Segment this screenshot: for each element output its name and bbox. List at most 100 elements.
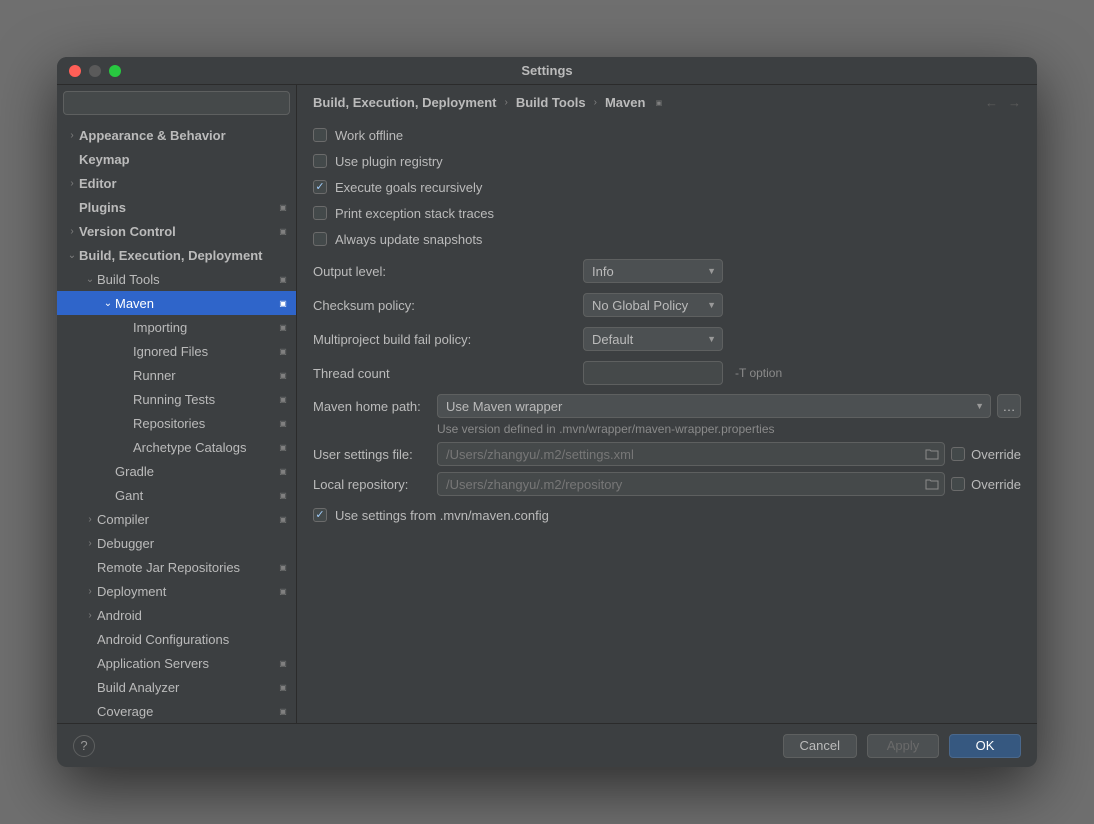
tree-item-label: Importing	[133, 320, 278, 335]
nav-forward-button[interactable]: →	[1008, 95, 1021, 110]
breadcrumb-item[interactable]: Build Tools	[516, 95, 586, 110]
settings-tree[interactable]: ›Appearance & BehaviorKeymap›EditorPlugi…	[57, 121, 296, 723]
ok-button[interactable]: OK	[949, 734, 1021, 758]
local-repository-input[interactable]	[437, 472, 945, 496]
tree-item-plugins[interactable]: Plugins▣	[57, 195, 296, 219]
folder-icon[interactable]	[925, 478, 939, 490]
tree-item-gant[interactable]: Gant▣	[57, 483, 296, 507]
folder-icon[interactable]	[925, 448, 939, 460]
maven-home-path-row: Maven home path: Use Maven wrapper ▼ …	[313, 394, 1021, 418]
tree-item-android[interactable]: ›Android	[57, 603, 296, 627]
tree-item-repositories[interactable]: Repositories▣	[57, 411, 296, 435]
main-panel: Build, Execution, Deployment › Build Too…	[297, 85, 1037, 723]
tree-item-archetype-catalogs[interactable]: Archetype Catalogs▣	[57, 435, 296, 459]
scope-badge-icon: ▣	[653, 97, 664, 108]
use-plugin-registry-checkbox[interactable]	[313, 154, 327, 168]
execute-goals-checkbox[interactable]: ✓	[313, 180, 327, 194]
chevron-right-icon[interactable]: ›	[85, 514, 95, 525]
output-level-row: Output level: Info ▼	[313, 256, 1021, 286]
chevron-right-icon[interactable]: ›	[67, 130, 77, 141]
tree-item-running-tests[interactable]: Running Tests▣	[57, 387, 296, 411]
work-offline-checkbox[interactable]	[313, 128, 327, 142]
tree-item-keymap[interactable]: Keymap	[57, 147, 296, 171]
checksum-policy-row: Checksum policy: No Global Policy ▼	[313, 290, 1021, 320]
tree-item-application-servers[interactable]: Application Servers▣	[57, 651, 296, 675]
tree-item-label: Gant	[115, 488, 278, 503]
tree-item-editor[interactable]: ›Editor	[57, 171, 296, 195]
use-mvn-config-checkbox[interactable]: ✓	[313, 508, 327, 522]
print-exception-checkbox[interactable]	[313, 206, 327, 220]
output-level-value: Info	[592, 264, 614, 279]
tree-item-android-configurations[interactable]: Android Configurations	[57, 627, 296, 651]
chevron-right-icon[interactable]: ›	[85, 538, 95, 549]
scope-badge-icon: ▣	[278, 682, 288, 692]
tree-item-label: Runner	[133, 368, 278, 383]
chevron-down-icon[interactable]: ⌄	[67, 250, 77, 261]
scope-badge-icon: ▣	[278, 466, 288, 476]
chevron-right-icon[interactable]: ›	[85, 610, 95, 621]
multiproject-policy-row: Multiproject build fail policy: Default …	[313, 324, 1021, 354]
chevron-right-icon[interactable]: ›	[85, 586, 95, 597]
maven-home-path-value: Use Maven wrapper	[446, 399, 562, 414]
user-settings-override: Override	[951, 447, 1021, 462]
chevron-right-icon[interactable]: ›	[67, 178, 77, 189]
breadcrumb-item[interactable]: Maven	[605, 95, 645, 110]
scope-badge-icon: ▣	[278, 202, 288, 212]
tree-item-deployment[interactable]: ›Deployment▣	[57, 579, 296, 603]
chevron-down-icon[interactable]: ⌄	[103, 298, 113, 309]
scope-badge-icon: ▣	[278, 586, 288, 596]
scope-badge-icon: ▣	[278, 490, 288, 500]
tree-item-label: Compiler	[97, 512, 278, 527]
cancel-button[interactable]: Cancel	[783, 734, 857, 758]
user-settings-file-input[interactable]	[437, 442, 945, 466]
execute-goals-label: Execute goals recursively	[335, 180, 482, 195]
scope-badge-icon: ▣	[278, 226, 288, 236]
maven-home-path-browse-button[interactable]: …	[997, 394, 1021, 418]
chevron-down-icon[interactable]: ⌄	[85, 274, 95, 285]
tree-item-ignored-files[interactable]: Ignored Files▣	[57, 339, 296, 363]
breadcrumb-item[interactable]: Build, Execution, Deployment	[313, 95, 496, 110]
tree-item-debugger[interactable]: ›Debugger	[57, 531, 296, 555]
tree-item-gradle[interactable]: Gradle▣	[57, 459, 296, 483]
tree-item-coverage[interactable]: Coverage▣	[57, 699, 296, 723]
tree-item-label: Running Tests	[133, 392, 278, 407]
tree-item-build-analyzer[interactable]: Build Analyzer▣	[57, 675, 296, 699]
user-settings-override-checkbox[interactable]	[951, 447, 965, 461]
nav-back-button[interactable]: ←	[985, 95, 998, 110]
chevron-down-icon: ▼	[707, 300, 716, 310]
tree-item-build-tools[interactable]: ⌄Build Tools▣	[57, 267, 296, 291]
work-offline-row: Work offline	[313, 122, 1021, 148]
local-repository-override-checkbox[interactable]	[951, 477, 965, 491]
tree-item-compiler[interactable]: ›Compiler▣	[57, 507, 296, 531]
tree-item-label: Editor	[79, 176, 288, 191]
thread-count-input[interactable]	[583, 361, 723, 385]
always-update-snapshots-checkbox[interactable]	[313, 232, 327, 246]
tree-item-label: Deployment	[97, 584, 278, 599]
scope-badge-icon: ▣	[278, 658, 288, 668]
output-level-select[interactable]: Info ▼	[583, 259, 723, 283]
help-button[interactable]: ?	[73, 735, 95, 757]
form: Work offline Use plugin registry ✓ Execu…	[297, 118, 1037, 723]
user-settings-file-label: User settings file:	[313, 447, 429, 462]
maven-home-path-select[interactable]: Use Maven wrapper ▼	[437, 394, 991, 418]
checksum-policy-select[interactable]: No Global Policy ▼	[583, 293, 723, 317]
tree-item-label: Debugger	[97, 536, 288, 551]
tree-item-label: Plugins	[79, 200, 278, 215]
tree-item-maven[interactable]: ⌄Maven▣	[57, 291, 296, 315]
use-plugin-registry-label: Use plugin registry	[335, 154, 443, 169]
tree-item-appearance-behavior[interactable]: ›Appearance & Behavior	[57, 123, 296, 147]
scope-badge-icon: ▣	[278, 706, 288, 716]
tree-item-label: Android	[97, 608, 288, 623]
apply-button[interactable]: Apply	[867, 734, 939, 758]
chevron-right-icon[interactable]: ›	[67, 226, 77, 237]
search-input[interactable]	[63, 91, 290, 115]
work-offline-label: Work offline	[335, 128, 403, 143]
tree-item-remote-jar-repositories[interactable]: Remote Jar Repositories▣	[57, 555, 296, 579]
tree-item-build-execution-deployment[interactable]: ⌄Build, Execution, Deployment	[57, 243, 296, 267]
tree-item-importing[interactable]: Importing▣	[57, 315, 296, 339]
check-icon: ✓	[315, 510, 324, 521]
scope-badge-icon: ▣	[278, 322, 288, 332]
tree-item-runner[interactable]: Runner▣	[57, 363, 296, 387]
multiproject-policy-select[interactable]: Default ▼	[583, 327, 723, 351]
tree-item-version-control[interactable]: ›Version Control▣	[57, 219, 296, 243]
